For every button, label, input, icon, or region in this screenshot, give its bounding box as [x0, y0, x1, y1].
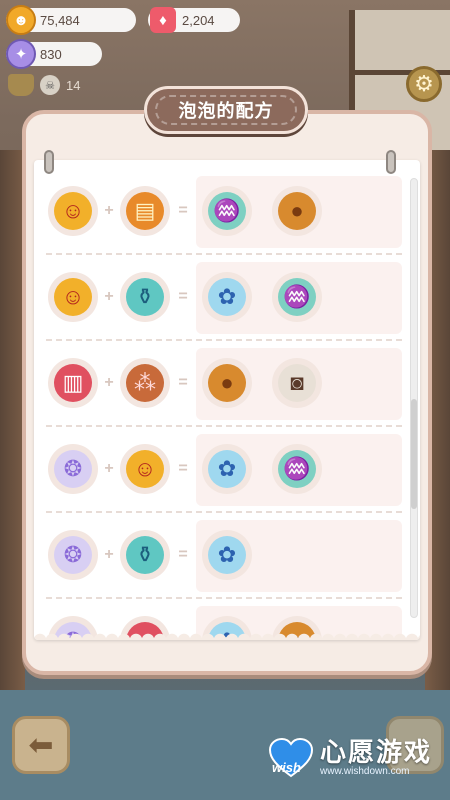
- equals-sign: =: [178, 546, 188, 563]
- red-item-art: ▬: [126, 622, 164, 640]
- rainbow-bottle-icon[interactable]: ♒: [272, 272, 322, 322]
- teal-flask-icon[interactable]: ⚱: [120, 272, 170, 322]
- rainbow-shell-art: ❂: [54, 450, 92, 488]
- row-divider: [46, 511, 402, 513]
- plus-sign: +: [104, 202, 114, 219]
- equals-sign: =: [176, 632, 190, 640]
- plus-sign: +: [104, 288, 114, 305]
- skull-count: 14: [66, 77, 81, 93]
- bean-sack-icon[interactable]: ⁂: [120, 358, 170, 408]
- blue-bubble-sack-art: ✿: [208, 278, 246, 316]
- paper-clip-left: [44, 150, 54, 174]
- recipe-list[interactable]: ☺ + ▤ = ♒ ● ☺ + ⚱ = ✿ ♒ ▥ + ⁂ = ● ◙ ❂ + ☺ = ✿ ♒ ❂ + ⚱ = ✿ ❂ + ▬ = ✿ ●: [34, 160, 420, 640]
- equals-sign: =: [178, 202, 188, 219]
- recipe-row[interactable]: ☺ + ⚱ = ✿ ♒: [46, 262, 402, 341]
- plus-sign: +: [102, 632, 116, 640]
- status-row: ☠ 14: [8, 72, 128, 98]
- recipe-row[interactable]: ▥ + ⁂ = ● ◙: [46, 348, 402, 427]
- coin-icon: ☻: [6, 5, 36, 35]
- equals-sign: =: [178, 460, 188, 477]
- cookie-art: ●: [278, 622, 316, 640]
- gear-icon[interactable]: ⚙: [406, 66, 442, 102]
- equals-sign: =: [178, 288, 188, 305]
- cookie-art: ●: [208, 364, 246, 402]
- teal-flask-icon[interactable]: ⚱: [120, 530, 170, 580]
- mr-tomato-boxer-art: ☺: [54, 192, 92, 230]
- watermark-brand: wish: [272, 760, 301, 775]
- recipe-row[interactable]: ❂ + ☺ = ✿ ♒: [46, 434, 402, 513]
- row-divider: [46, 253, 402, 255]
- row-divider: [46, 597, 402, 599]
- cookie-art: ●: [278, 192, 316, 230]
- blue-bubble-sack-art: ✿: [208, 450, 246, 488]
- blue-bubble-sack-art: ✿: [208, 622, 246, 640]
- watermark: 心愿游戏 www.wishdown.com: [268, 728, 444, 788]
- milk-jar-icon[interactable]: ◙: [272, 358, 322, 408]
- cookie-icon[interactable]: ●: [202, 358, 252, 408]
- orbs-counter[interactable]: ✦ 830: [6, 39, 102, 69]
- paper-clip-right: [386, 150, 396, 174]
- scrollbar[interactable]: [410, 178, 418, 618]
- equals-sign: =: [178, 374, 188, 391]
- teal-flask-art: ⚱: [126, 278, 164, 316]
- plus-sign: +: [104, 374, 114, 391]
- row-divider: [46, 425, 402, 427]
- scrollbar-thumb[interactable]: [411, 399, 417, 509]
- rainbow-shell-art: ❂: [54, 622, 92, 640]
- rainbow-shell-art: ❂: [54, 536, 92, 574]
- rainbow-bottle-icon[interactable]: ♒: [272, 444, 322, 494]
- rainbow-bottle-art: ♒: [208, 192, 246, 230]
- watermark-name: 心愿游戏: [320, 737, 433, 767]
- orb-icon: ✦: [6, 39, 36, 69]
- panel-title: 泡泡的配方: [144, 86, 308, 134]
- rainbow-shell-icon[interactable]: ❂: [48, 616, 98, 640]
- gems-counter[interactable]: ♦ 2,204: [148, 7, 240, 33]
- back-arrow-icon: ⬅: [28, 728, 54, 762]
- blue-bubble-sack-icon[interactable]: ✿: [202, 530, 252, 580]
- red-item-icon[interactable]: ▬: [120, 616, 170, 640]
- teal-flask-art: ⚱: [126, 536, 164, 574]
- blue-bubble-sack-icon[interactable]: ✿: [202, 444, 252, 494]
- rainbow-shell-icon[interactable]: ❂: [48, 530, 98, 580]
- recipe-row[interactable]: ❂ + ⚱ = ✿: [46, 520, 402, 599]
- plus-sign: +: [104, 546, 114, 563]
- mr-tomato-boxer-icon[interactable]: ☺: [120, 444, 170, 494]
- orbs-value: 830: [40, 46, 62, 62]
- plus-sign: +: [104, 460, 114, 477]
- milk-jar-art: ◙: [278, 364, 316, 402]
- mr-tomato-boxer-art: ☺: [54, 278, 92, 316]
- coins-counter[interactable]: ☻ 75,484: [6, 5, 136, 35]
- back-button[interactable]: ⬅: [12, 716, 70, 774]
- rainbow-bottle-art: ♒: [278, 278, 316, 316]
- gems-value: 2,204: [182, 12, 215, 28]
- watermark-text: 心愿游戏 www.wishdown.com: [320, 738, 432, 778]
- recipe-row[interactable]: ☺ + ▤ = ♒ ●: [46, 176, 402, 255]
- orange-backpack-art: ▤: [126, 192, 164, 230]
- mr-tomato-boxer-icon[interactable]: ☺: [48, 272, 98, 322]
- chattering-teeth-art: ▥: [54, 364, 92, 402]
- skull-icon: ☠: [40, 75, 60, 95]
- bean-sack-art: ⁂: [126, 364, 164, 402]
- row-divider: [46, 339, 402, 341]
- recipe-row[interactable]: ❂ + ▬ = ✿ ●: [46, 606, 402, 640]
- coins-value: 75,484: [40, 12, 80, 28]
- blue-bubble-sack-art: ✿: [208, 536, 246, 574]
- bell-icon[interactable]: [8, 74, 34, 96]
- mr-tomato-boxer-art: ☺: [126, 450, 164, 488]
- orange-backpack-icon[interactable]: ▤: [120, 186, 170, 236]
- chattering-teeth-icon[interactable]: ▥: [48, 358, 98, 408]
- mr-tomato-boxer-icon[interactable]: ☺: [48, 186, 98, 236]
- rainbow-bottle-art: ♒: [278, 450, 316, 488]
- cookie-icon[interactable]: ●: [272, 186, 322, 236]
- blue-bubble-sack-icon[interactable]: ✿: [202, 272, 252, 322]
- rainbow-shell-icon[interactable]: ❂: [48, 444, 98, 494]
- rainbow-bottle-icon[interactable]: ♒: [202, 186, 252, 236]
- gem-icon: ♦: [150, 7, 176, 33]
- watermark-url: www.wishdown.com: [320, 766, 410, 777]
